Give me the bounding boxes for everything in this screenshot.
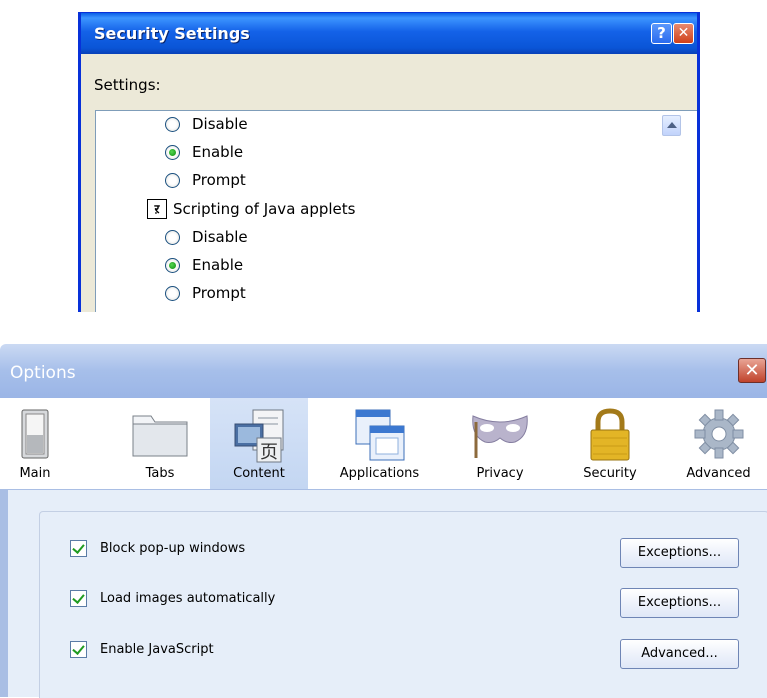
- title-bar[interactable]: Security Settings ? ✕: [81, 13, 697, 54]
- radio-label: Enable: [192, 143, 244, 161]
- radio-disable[interactable]: Disable: [165, 112, 248, 136]
- settings-list: Disable Enable Prompt ऱ Scripting of Jav…: [95, 110, 697, 312]
- applications-icon: [355, 409, 404, 461]
- radio-button[interactable]: [165, 257, 180, 273]
- svg-text:页: 页: [260, 442, 278, 463]
- scroll-up-button[interactable]: [662, 115, 681, 136]
- checkbox[interactable]: [70, 539, 87, 557]
- content-icon: 页: [234, 409, 284, 463]
- close-button[interactable]: ✕: [673, 23, 694, 44]
- radio-prompt[interactable]: Prompt: [165, 168, 246, 192]
- option-enable-javascript[interactable]: Enable JavaScript: [70, 637, 214, 661]
- radio-disable[interactable]: Disable: [165, 225, 248, 249]
- mask-icon: [472, 415, 528, 458]
- radio-label: Disable: [192, 228, 248, 246]
- group-header-java-applets: ऱ Scripting of Java applets: [147, 197, 355, 221]
- tab-label: Applications: [339, 466, 420, 481]
- tab-label: Security: [583, 466, 637, 481]
- radio-prompt[interactable]: Prompt: [165, 281, 246, 305]
- radio-label: Disable: [192, 115, 248, 133]
- title-bar[interactable]: Options ✕: [0, 344, 767, 398]
- radio-button[interactable]: [165, 285, 180, 301]
- tab-label: Content: [233, 466, 285, 481]
- radio-label: Prompt: [192, 171, 246, 189]
- tab-tabs[interactable]: Tabs: [130, 398, 190, 489]
- tab-applications[interactable]: Applications: [322, 398, 437, 489]
- radio-label: Enable: [192, 256, 244, 274]
- options-dialog: Options ✕ Main Tabs 页 Content Applicatio…: [0, 344, 767, 698]
- tab-label: Advanced: [686, 466, 751, 481]
- checkbox[interactable]: [70, 589, 87, 607]
- group-header-label: Scripting of Java applets: [173, 200, 356, 218]
- settings-label: Settings:: [94, 76, 161, 94]
- tab-content[interactable]: 页 Content: [210, 398, 308, 489]
- tab-advanced[interactable]: Advanced: [670, 398, 767, 489]
- radio-button[interactable]: [165, 172, 180, 188]
- tab-label: Tabs: [145, 466, 175, 481]
- help-button[interactable]: ?: [651, 23, 672, 44]
- radio-enable[interactable]: Enable: [165, 140, 243, 164]
- script-icon: ऱ: [147, 199, 167, 219]
- tab-privacy[interactable]: Privacy: [455, 398, 545, 489]
- option-load-images[interactable]: Load images automatically: [70, 586, 275, 610]
- exceptions-button[interactable]: Exceptions...: [620, 588, 739, 618]
- security-settings-dialog: Security Settings ? ✕ Settings: Disable …: [78, 12, 700, 312]
- radio-label: Prompt: [192, 284, 246, 302]
- dialog-title: Options: [10, 363, 76, 383]
- tab-main[interactable]: Main: [0, 398, 70, 489]
- folder-tabs-icon: [132, 415, 188, 457]
- option-label: Block pop-up windows: [100, 540, 246, 556]
- option-label: Enable JavaScript: [100, 641, 214, 657]
- radio-enable[interactable]: Enable: [165, 253, 243, 277]
- options-group: Block pop-up windows Exceptions... Load …: [39, 511, 767, 698]
- option-block-popups[interactable]: Block pop-up windows: [70, 536, 245, 560]
- switch-icon: [21, 409, 49, 459]
- gear-icon: [694, 409, 743, 459]
- close-button[interactable]: ✕: [738, 358, 766, 383]
- exceptions-button[interactable]: Exceptions...: [620, 538, 739, 568]
- tab-label: Privacy: [476, 466, 524, 481]
- radio-button[interactable]: [165, 144, 180, 160]
- checkbox[interactable]: [70, 640, 87, 658]
- radio-button[interactable]: [165, 229, 180, 245]
- padlock-icon: [590, 408, 630, 461]
- dialog-title: Security Settings: [94, 24, 250, 43]
- tab-label: Main: [19, 466, 51, 481]
- options-toolbar: Main Tabs 页 Content Applications Privacy…: [0, 398, 767, 490]
- radio-button[interactable]: [165, 116, 180, 132]
- advanced-button[interactable]: Advanced...: [620, 639, 739, 669]
- option-label: Load images automatically: [100, 590, 276, 606]
- content-panel: Block pop-up windows Exceptions... Load …: [0, 490, 767, 698]
- tab-security[interactable]: Security: [560, 398, 660, 489]
